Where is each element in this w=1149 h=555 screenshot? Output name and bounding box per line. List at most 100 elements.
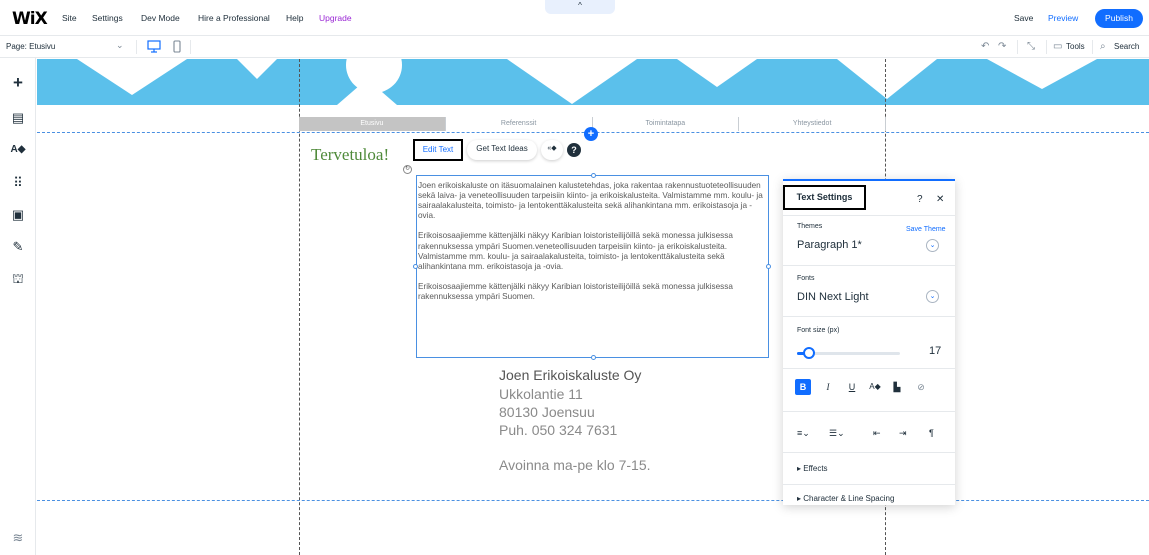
decrease-indent-icon[interactable]: ⇤ [873,428,881,439]
menu-hire-professional[interactable]: Hire a Professional [198,13,270,23]
redo-icon[interactable]: ↷ [998,41,1006,52]
link-icon[interactable]: ⊘ [913,379,929,395]
editor-canvas[interactable]: Etusivu Referenssit Toimintatapa Yhteyst… [37,59,1149,555]
text-settings-panel: Text Settings ? ✕ Themes Save Theme Para… [783,179,955,505]
divider [1046,40,1047,54]
top-bar: WiX Site Settings Dev Mode Hire a Profes… [0,0,1149,36]
edit-text-button[interactable]: Edit Text [413,139,463,161]
font-size-value[interactable]: 17 [929,345,941,357]
chevron-down-icon[interactable]: ⌄ [116,40,124,51]
media-icon[interactable]: ▣ [10,207,26,223]
mobile-icon[interactable] [170,40,184,53]
get-text-ideas-button[interactable]: Get Text Ideas [467,140,537,160]
pages-icon[interactable]: ▤ [10,110,26,126]
help-icon[interactable]: ? [567,143,581,157]
increase-indent-icon[interactable]: ⇥ [899,428,907,439]
resize-handle[interactable] [413,264,418,269]
divider [783,316,955,317]
page-selector[interactable]: Page: Etusivu [6,42,55,51]
fonts-label: Fonts [797,275,815,282]
divider [136,40,137,54]
collapse-handle[interactable]: ^ [545,0,615,14]
theme-dropdown[interactable]: Paragraph 1* [797,239,862,251]
menu-site[interactable]: Site [62,13,77,23]
store-icon[interactable]: ⛫ [10,271,26,287]
effects-label: Effects [803,464,828,473]
text-color-icon[interactable]: A◆ [867,379,883,395]
header-graphic [77,59,1097,105]
panel-title: Text Settings [783,185,866,210]
resize-handle[interactable] [591,355,596,360]
add-icon[interactable]: + [10,74,26,91]
italic-button[interactable]: I [820,379,836,395]
header-banner [37,59,1149,105]
rotate-icon[interactable]: ↻ [403,165,412,174]
align-left-icon[interactable]: ≡⌄ [797,428,810,439]
tools-icon[interactable]: ▭ [1053,41,1062,52]
save-theme-link[interactable]: Save Theme [906,226,946,233]
divider [783,215,955,216]
paragraph-3: Erikoisosaajiemme kättenjälki näkyy Kari… [418,281,733,302]
menu-help[interactable]: Help [286,13,303,23]
font-dropdown[interactable]: DIN Next Light [797,291,869,303]
bullet-list-icon[interactable]: ☰⌄ [829,428,845,439]
left-sidebar: + ▤ A◆ ⠿ ▣ ✎ ⛫ ≋ [0,58,36,555]
underline-button[interactable]: U [844,379,860,395]
resize-handle[interactable] [591,173,596,178]
divider [783,265,955,266]
highlight-icon[interactable]: ▙ [889,379,905,395]
effects-section[interactable]: ▸ Effects [797,464,828,473]
undo-icon[interactable]: ↶ [981,41,989,52]
divider [783,484,955,485]
desktop-icon[interactable] [147,40,161,53]
spacing-section[interactable]: ▸ Character & Line Spacing [797,494,894,503]
bold-button[interactable]: B [795,379,811,395]
zoom-out-icon[interactable]: ⤡ [1027,41,1035,52]
welcome-heading[interactable]: Tervetuloa! [311,145,389,165]
search-button[interactable]: Search [1114,42,1139,51]
divider [1092,40,1093,54]
chevron-down-icon[interactable]: ⌄ [926,290,939,303]
slider-knob[interactable] [803,347,816,359]
themes-label: Themes [797,223,823,230]
theme-icon[interactable]: A◆ [10,142,26,158]
add-section-button[interactable]: + [584,127,598,141]
nav-item-etusivu[interactable]: Etusivu [299,117,446,131]
publish-button[interactable]: Publish [1095,9,1143,28]
spacing-label: Character & Line Spacing [803,494,895,503]
menu-upgrade[interactable]: Upgrade [319,13,352,23]
save-button[interactable]: Save [1014,13,1033,23]
pen-icon[interactable]: ✎ [10,239,26,255]
menu-settings[interactable]: Settings [92,13,123,23]
wix-logo[interactable]: WiX [12,9,48,29]
menu-dev-mode[interactable]: Dev Mode [141,13,180,23]
divider [783,452,955,453]
company-name: Joen Erikoiskaluste Oy [499,367,642,383]
nav-item-toimintatapa[interactable]: Toimintatapa [592,117,740,131]
divider [783,411,955,412]
divider [190,40,191,54]
editor-toolbar: Page: Etusivu ⌄ ↶ ↷ ⤡ ▭ Tools ⌕ Search [0,36,1149,58]
selected-text-box[interactable]: Joen erikoiskaluste on itäsuomalainen ka… [416,175,769,358]
divider [1017,40,1018,54]
paragraph-1: Joen erikoiskaluste on itäsuomalainen ka… [418,181,763,221]
search-icon[interactable]: ⌕ [1100,41,1106,52]
phone-number: Puh. 050 324 7631 [499,422,618,438]
preview-button[interactable]: Preview [1048,13,1078,23]
nav-item-yhteystiedot[interactable]: Yhteystiedot [739,117,886,131]
divider [783,368,955,369]
apps-icon[interactable]: ⠿ [10,175,26,191]
opening-hours: Avoinna ma-pe klo 7-15. [499,457,651,473]
help-icon[interactable]: ? [917,194,923,205]
tools-button[interactable]: Tools [1066,42,1085,51]
close-icon[interactable]: ✕ [936,194,944,205]
layers-icon[interactable]: ≋ [10,530,26,546]
nav-item-referenssit[interactable]: Referenssit [445,117,593,131]
chevron-down-icon[interactable]: ⌄ [926,239,939,252]
animation-icon[interactable]: «◆ [541,140,563,160]
font-size-label: Font size (px) [797,327,840,334]
resize-handle[interactable] [766,264,771,269]
street-address: Ukkolantie 11 [499,386,583,402]
section-guide [37,500,1149,501]
text-direction-icon[interactable]: ¶ [929,428,934,438]
